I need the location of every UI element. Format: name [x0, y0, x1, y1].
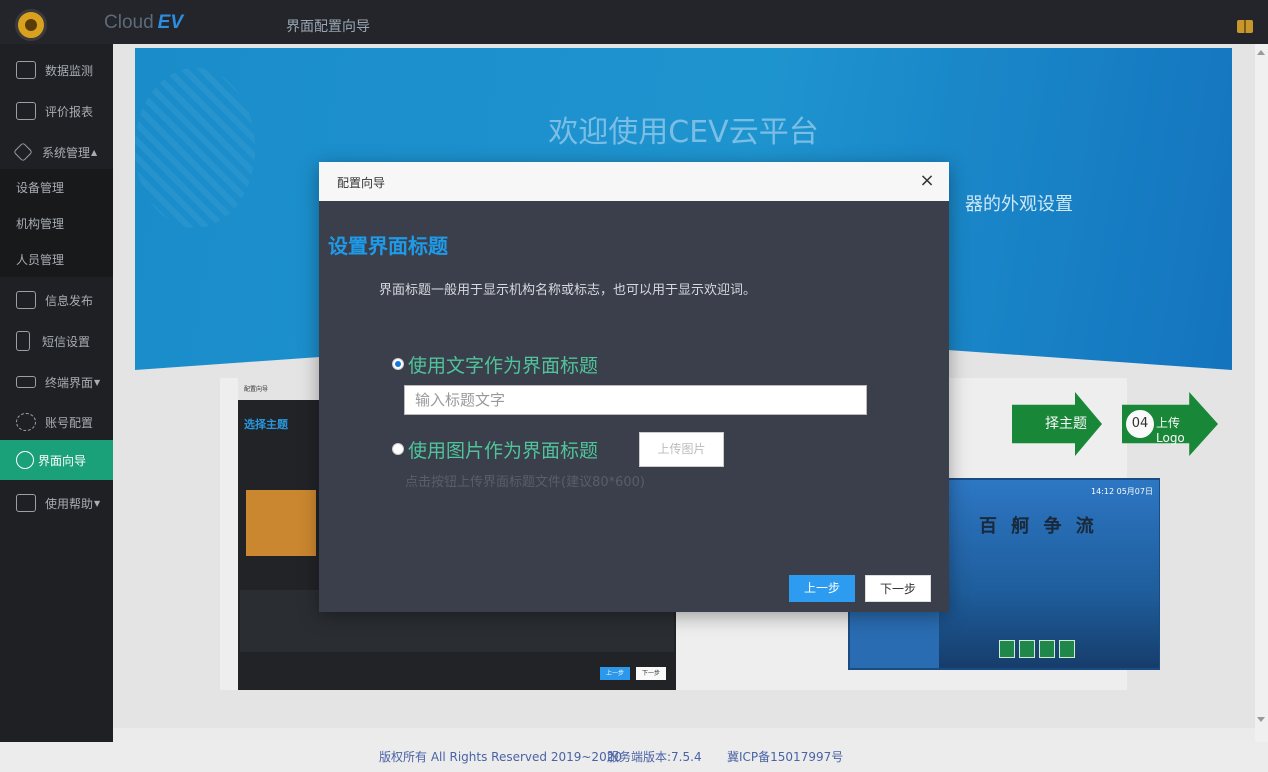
scroll-up-icon[interactable] [1257, 50, 1265, 55]
sidebar-item-label: 终端界面 [45, 375, 94, 390]
upload-hint: 点击按钮上传界面标题文件(建议80*600) [405, 475, 645, 490]
image-icon [16, 291, 36, 309]
check-circle-icon [16, 451, 34, 469]
sidebar-item-system-management[interactable]: 系统管理 ▲ [0, 132, 113, 172]
sidebar-item-info-publish[interactable]: 信息发布 [0, 280, 113, 320]
chevron-down-icon: ▼ [94, 377, 101, 387]
sidebar-item-sms-settings[interactable]: 短信设置 [0, 321, 113, 361]
sidebar-subitem-personnel[interactable]: 人员管理 [0, 241, 113, 277]
next-step-button[interactable]: 下一步 [865, 575, 931, 602]
sidebar-item-label: 评价报表 [45, 104, 94, 119]
window-icon [16, 376, 36, 388]
brand-suffix: EV [157, 12, 184, 33]
sidebar: 数据监测 评价报表 系统管理 ▲ 设备管理 机构管理 人员管理 信息发布 短信设… [0, 44, 113, 742]
top-navbar: Cloud EV 界面配置向导 [0, 0, 1268, 44]
config-wizard-dialog: 配置向导 × 设置界面标题 界面标题一般用于显示机构名称或标志，也可以用于显示欢… [319, 162, 949, 612]
sidebar-item-label: 账号配置 [45, 415, 94, 430]
sidebar-item-account-config[interactable]: 账号配置 [0, 402, 113, 442]
sidebar-subitem-devices[interactable]: 设备管理 [0, 169, 113, 205]
sidebar-item-ui-wizard[interactable]: 界面向导 [0, 440, 113, 480]
dialog-title: 配置向导 [337, 176, 386, 190]
sidebar-item-label: 界面向导 [38, 453, 87, 468]
logo-icon [15, 9, 47, 41]
sidebar-item-terminal-ui[interactable]: 终端界面 ▼ [0, 362, 113, 402]
chevron-up-icon: ▲ [91, 147, 98, 157]
upload-image-button[interactable]: 上传图片 [639, 432, 724, 467]
step-heading: 设置界面标题 [328, 234, 448, 258]
sidebar-item-label: 数据监测 [45, 63, 94, 78]
sidebar-item-label: 信息发布 [45, 293, 94, 308]
text-title-radio[interactable] [392, 358, 404, 370]
scroll-down-icon[interactable] [1257, 717, 1265, 722]
book-icon[interactable] [1237, 20, 1253, 33]
page-title: 界面配置向导 [286, 19, 370, 35]
sidebar-item-label: 使用帮助 [45, 496, 94, 511]
sidebar-item-help[interactable]: 使用帮助 ▼ [0, 483, 113, 523]
brand-prefix: Cloud [104, 12, 154, 33]
footer-copyright: 版权所有 All Rights Reserved 2019~2020 [379, 750, 622, 764]
sidebar-subitem-organizations[interactable]: 机构管理 [0, 205, 113, 241]
sidebar-item-data-monitor[interactable]: 数据监测 [0, 50, 113, 90]
gear-icon [16, 413, 36, 431]
text-title-option-label[interactable]: 使用文字作为界面标题 [408, 351, 598, 378]
title-text-input[interactable] [404, 385, 867, 415]
vertical-scrollbar[interactable] [1255, 44, 1268, 742]
phone-icon [16, 331, 30, 351]
sidebar-item-label: 短信设置 [42, 334, 91, 349]
step-description: 界面标题一般用于显示机构名称或标志，也可以用于显示欢迎词。 [379, 283, 757, 298]
help-icon [16, 494, 36, 512]
clipboard-icon [16, 102, 36, 120]
close-icon[interactable]: × [916, 170, 938, 192]
footer-icp[interactable]: 冀ICP备15017997号 [727, 748, 843, 765]
footer-version: 服务端版本:7.5.4 [607, 750, 702, 764]
prev-step-button[interactable]: 上一步 [789, 575, 855, 602]
chevron-down-icon: ▼ [94, 498, 101, 508]
image-title-radio[interactable] [392, 443, 404, 455]
dialog-header: 配置向导 × [319, 162, 949, 201]
brand-logo: Cloud EV [104, 12, 183, 34]
image-title-option-label[interactable]: 使用图片作为界面标题 [408, 436, 598, 463]
diamond-icon [13, 142, 33, 162]
footer: 版权所有 All Rights Reserved 2019~2020 服务端版本… [0, 742, 1268, 772]
sidebar-item-reports[interactable]: 评价报表 [0, 91, 113, 131]
sidebar-item-label: 系统管理 [42, 145, 91, 160]
video-play-icon [16, 61, 36, 79]
